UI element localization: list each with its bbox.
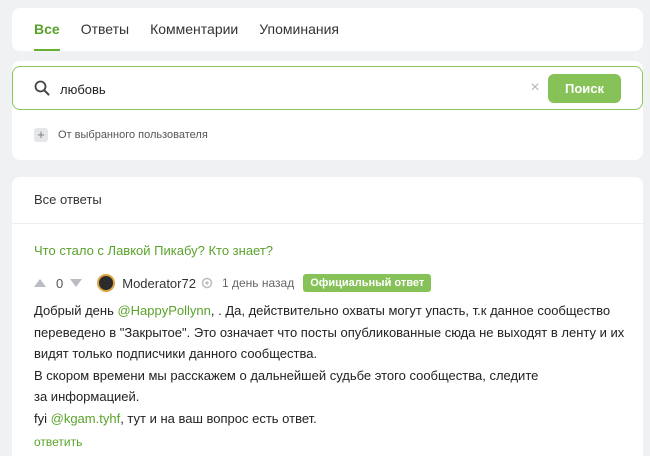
user-filter-label: От выбранного пользователя xyxy=(58,129,208,141)
comment-fyi: fyi xyxy=(34,410,51,426)
tab-comments[interactable]: Комментарии xyxy=(150,8,238,51)
search-card: × Поиск + От выбранного пользователя xyxy=(12,61,643,160)
comment-paragraph-4: fyi @kgam.tyhf, тут и на ваш вопрос есть… xyxy=(34,408,634,430)
comment-body: Добрый день @HappyPollynn, . Да, действи… xyxy=(34,300,634,429)
results-header: Все ответы xyxy=(12,177,643,224)
tabs-card: Все Ответы Комментарии Упоминания xyxy=(12,8,643,51)
mention-link[interactable]: @kgam.tyhf xyxy=(51,411,121,426)
user-filter[interactable]: + От выбранного пользователя xyxy=(34,128,208,142)
comment-greeting: Добрый день xyxy=(34,303,118,318)
mention-link[interactable]: @HappyPollynn xyxy=(117,303,210,318)
upvote-arrow-icon[interactable] xyxy=(34,279,46,287)
comment-paragraph-3: за информацией. xyxy=(34,389,140,404)
search-button[interactable]: Поиск xyxy=(548,74,621,103)
comment-paragraph-2: В скором времени мы расскажем о дальнейш… xyxy=(34,367,539,383)
author-name[interactable]: Moderator72 xyxy=(122,276,196,291)
plus-icon: + xyxy=(34,128,48,142)
close-icon[interactable]: × xyxy=(528,80,542,96)
avatar[interactable] xyxy=(97,274,116,292)
results-card: Все ответы Что стало с Лавкой Пикабу? Кт… xyxy=(12,177,643,456)
tab-all[interactable]: Все xyxy=(34,8,60,51)
post-title-link[interactable]: Что стало с Лавкой Пикабу? Кто знает? xyxy=(34,243,273,258)
comment-meta: 0 Moderator72 1 день назад Официальный о… xyxy=(34,274,432,292)
official-answer-badge: Официальный ответ xyxy=(303,274,432,292)
comment-paragraph-1: Добрый день @HappyPollynn, . Да, действи… xyxy=(34,300,634,365)
tab-mentions[interactable]: Упоминания xyxy=(259,8,339,51)
downvote-arrow-icon[interactable] xyxy=(70,279,83,287)
tab-answers[interactable]: Ответы xyxy=(81,8,129,51)
search-icon xyxy=(34,80,50,96)
tab-bar: Все Ответы Комментарии Упоминания xyxy=(12,8,643,51)
comment-time: 1 день назад xyxy=(221,276,295,290)
search-box: × Поиск xyxy=(12,66,643,110)
reply-link[interactable]: ответить xyxy=(34,435,82,449)
search-input[interactable] xyxy=(60,77,520,101)
rating-count: 0 xyxy=(56,275,64,291)
moderator-icon xyxy=(201,277,213,289)
comment-text: , тут и на ваш вопрос есть ответ. xyxy=(120,410,317,426)
